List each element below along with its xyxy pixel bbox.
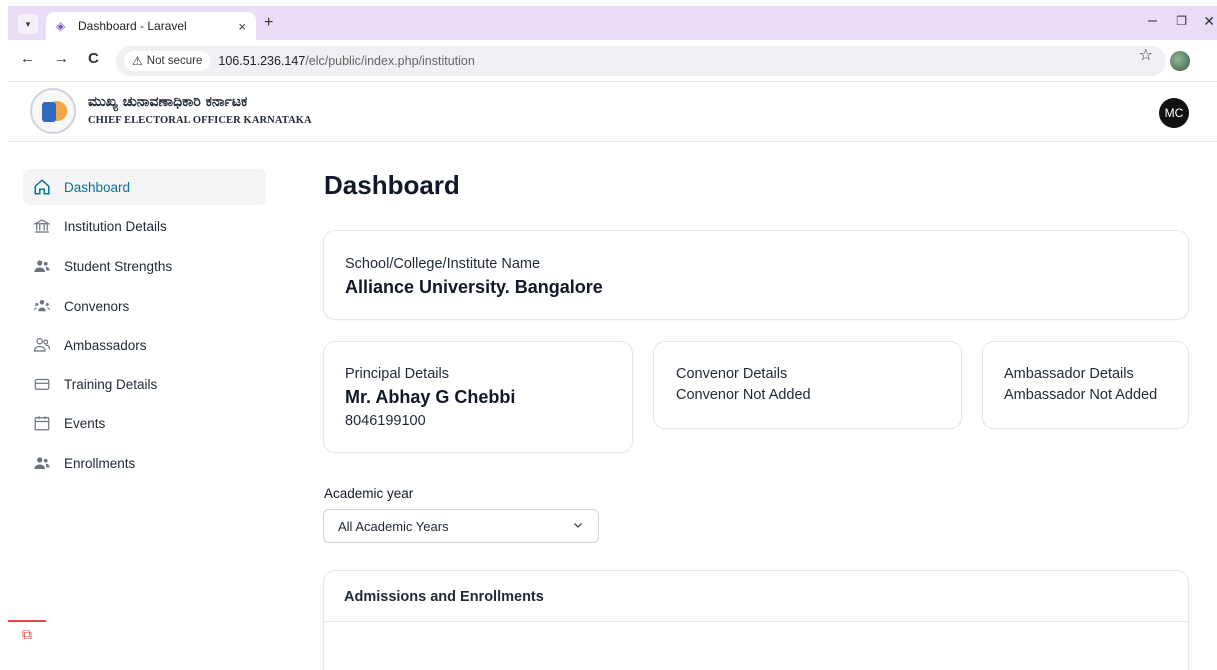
page-title: Dashboard (324, 170, 460, 200)
tab-close-icon[interactable]: × (238, 19, 246, 34)
institution-name: Alliance University. Bangalore (345, 277, 603, 297)
user-avatar[interactable]: MC (1159, 98, 1189, 128)
sidebar-item-training-details[interactable]: Training Details (23, 366, 266, 402)
sidebar-item-events[interactable]: Events (23, 405, 266, 441)
admissions-enrollments-card: Admissions and Enrollments (323, 570, 1189, 670)
academic-year-label: Academic year (324, 486, 414, 501)
sidebar-item-convenors[interactable]: Convenors (23, 288, 266, 324)
sidebar-item-label: Training Details (64, 376, 158, 392)
principal-card: Principal Details Mr. Abhay G Chebbi 804… (323, 341, 633, 453)
browser-toolbar: ← → C ⚠ Not secure 106.51.236.147/elc/pu… (8, 40, 1217, 82)
academic-year-selected-value: All Academic Years (338, 518, 449, 534)
sidebar-item-label: Institution Details (64, 218, 167, 234)
laravel-debugbar-icon[interactable]: ⧉ (8, 620, 46, 646)
sidebar-item-label: Ambassadors (64, 337, 147, 353)
institution-icon (32, 216, 52, 236)
sidebar-item-label: Dashboard (64, 179, 131, 195)
principal-label: Principal Details (345, 366, 449, 382)
sidebar-item-label: Enrollments (64, 455, 136, 471)
sidebar-item-ambassadors[interactable]: Ambassadors (23, 327, 266, 363)
new-tab-button[interactable]: + (264, 14, 273, 32)
warning-triangle-icon: ⚠ (132, 54, 143, 68)
home-icon (32, 177, 52, 197)
card-divider (324, 621, 1188, 622)
sidebar-item-label: Student Strengths (64, 258, 173, 274)
people-outline-icon (32, 335, 52, 355)
window-restore-icon[interactable]: ❐ (1176, 14, 1187, 28)
calendar-icon (32, 413, 52, 433)
app-header: ಮುಖ್ಯ ಚುನಾವಣಾಧಿಕಾರಿ ಕರ್ನಾಟಕ CHIEF ELECTO… (8, 82, 1217, 142)
browser-profile-avatar[interactable] (1170, 51, 1190, 71)
convenor-label: Convenor Details (676, 366, 788, 382)
academic-year-select[interactable]: All Academic Years (323, 509, 599, 543)
sidebar-nav: Dashboard Institution Details Student St… (8, 142, 278, 646)
convenor-card: Convenor Details Convenor Not Added (653, 341, 962, 429)
url-path: /elc/public/index.php/institution (305, 54, 475, 68)
site-info-chip[interactable]: ⚠ Not secure (124, 51, 211, 71)
bookmark-star-icon[interactable]: ☆ (1139, 45, 1153, 65)
tab-list-dropdown-icon[interactable]: ▾ (18, 14, 38, 34)
tab-title: Dashboard - Laravel (78, 19, 187, 33)
org-name-kannada: ಮುಖ್ಯ ಚುನಾವಣಾಧಿಕಾರಿ ಕರ್ನಾಟಕ (88, 94, 248, 110)
institution-label: School/College/Institute Name (345, 256, 541, 272)
ambassador-value: Ambassador Not Added (1004, 387, 1158, 403)
window-minimize-icon[interactable]: – (1148, 12, 1157, 30)
browser-tab-strip: ▾ ◈ Dashboard - Laravel × + – ❐ ✕ (8, 6, 1217, 40)
sidebar-item-dashboard[interactable]: Dashboard (23, 169, 266, 205)
folder-icon (32, 374, 52, 394)
ambassador-card: Ambassador Details Ambassador Not Added (982, 341, 1189, 429)
group-icon (32, 296, 52, 316)
users-icon (32, 453, 52, 473)
institution-card: School/College/Institute Name Alliance U… (323, 230, 1189, 320)
convenor-value: Convenor Not Added (676, 387, 811, 403)
sidebar-item-label: Events (64, 415, 106, 431)
ambassador-label: Ambassador Details (1004, 366, 1134, 382)
window-close-icon[interactable]: ✕ (1203, 13, 1215, 30)
url-host: 106.51.236.147 (218, 54, 306, 68)
sidebar-item-label: Convenors (64, 298, 130, 314)
principal-name: Mr. Abhay G Chebbi (345, 387, 516, 407)
address-bar[interactable]: ⚠ Not secure 106.51.236.147/elc/public/i… (116, 46, 1166, 76)
users-icon (32, 256, 52, 276)
forward-arrow-icon[interactable]: → (54, 50, 69, 67)
back-arrow-icon[interactable]: ← (20, 50, 35, 67)
principal-phone: 8046199100 (345, 413, 426, 429)
sidebar-item-student-strengths[interactable]: Student Strengths (23, 248, 266, 284)
sidebar-item-enrollments[interactable]: Enrollments (23, 445, 266, 481)
browser-tab[interactable]: ◈ Dashboard - Laravel × (46, 12, 256, 40)
org-name-english: CHIEF ELECTORAL OFFICER KARNATAKA (88, 115, 312, 126)
admissions-enrollments-title: Admissions and Enrollments (344, 589, 544, 605)
reload-icon[interactable]: C (88, 50, 99, 67)
ceo-karnataka-logo (30, 88, 76, 134)
not-secure-label: Not secure (146, 55, 203, 67)
sidebar-item-institution-details[interactable]: Institution Details (23, 208, 266, 244)
chevron-down-icon (572, 519, 584, 534)
laravel-favicon-icon: ◈ (56, 19, 66, 33)
